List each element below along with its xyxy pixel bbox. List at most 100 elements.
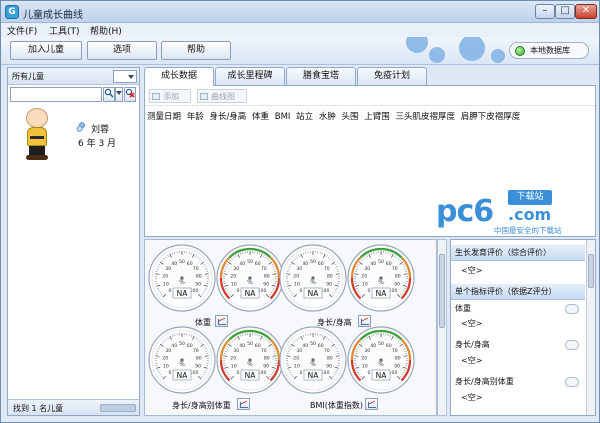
curve-chart-button[interactable]: 曲线图: [197, 89, 247, 103]
title-bar[interactable]: G 儿童成长曲线 – □ ✕: [1, 1, 599, 23]
indicator-weight-for-height-toggle[interactable]: [565, 377, 579, 387]
gauge-tick-label: 60: [386, 343, 392, 349]
tab-growth-data[interactable]: 成长数据: [144, 67, 214, 86]
child-name: 刘蓉: [91, 125, 110, 135]
add-record-button[interactable]: 添加: [149, 89, 191, 103]
gauge-tick-label: 40: [171, 261, 177, 267]
tab-immunization[interactable]: 免疫计划: [357, 67, 427, 85]
maximize-button[interactable]: □: [555, 4, 575, 19]
close-button[interactable]: ✕: [575, 4, 597, 19]
single-indicator-header[interactable]: 单个指标评价（依据Z评分）: [451, 284, 585, 300]
gauge-value: NA: [245, 371, 257, 380]
gauge-unit: %: [179, 279, 185, 286]
watermark-domain: .com: [508, 205, 552, 224]
status-indicator-icon: [515, 46, 525, 56]
scrollbar-thumb[interactable]: [439, 254, 445, 328]
watermark-badge: 下载站: [508, 190, 552, 205]
gauge-tick-label: 30: [165, 348, 171, 354]
bmi-chart-icon[interactable]: [365, 398, 378, 410]
column-header[interactable]: 站立: [296, 112, 313, 122]
app-icon: G: [5, 5, 19, 19]
options-button[interactable]: 选项: [87, 41, 157, 60]
column-header[interactable]: 头围: [342, 112, 359, 122]
growth-evaluation-value: <空>: [461, 266, 483, 275]
gauge-tick-label: 0: [237, 288, 240, 294]
gauge-tick-label: 10: [294, 363, 300, 369]
gauge-tick-label: 10: [362, 363, 368, 369]
child-age: 6 年 3 月: [78, 139, 117, 149]
scrollbar-thumb[interactable]: [588, 254, 594, 288]
filter-dropdown[interactable]: [113, 70, 137, 83]
gauge-tick-label: 10: [163, 363, 169, 369]
chart-icon: [200, 93, 208, 100]
gauge-tick-label: 50: [378, 341, 384, 347]
gauge-tick-label: 20: [361, 273, 367, 279]
column-header[interactable]: BMI: [275, 112, 291, 122]
gauge-tick-label: 70: [324, 348, 330, 354]
gauge-tick-label: 60: [255, 261, 261, 267]
table-header: 测量日期 年龄 身长/身高 体重 BMI 站立 水肿 头围 上臂围 三头肌皮褶厚…: [147, 110, 523, 124]
horizontal-scrollbar[interactable]: [100, 404, 136, 412]
column-header[interactable]: 测量日期: [147, 112, 181, 122]
gauge-tick-label: 0: [237, 370, 240, 376]
growth-data-panel: 添加 曲线图 测量日期 年龄 身长/身高 体重 BMI 站立 水肿 头围 上臂围…: [144, 85, 596, 237]
gauge-tick-label: 80: [264, 273, 270, 279]
menu-tools[interactable]: 工具(T): [49, 24, 80, 37]
column-header[interactable]: 三头肌皮褶厚度: [395, 112, 455, 122]
child-search-input[interactable]: [10, 87, 102, 102]
search-icon[interactable]: [103, 87, 115, 102]
gauge-value: NA: [177, 289, 189, 298]
gauge-scrollbar[interactable]: [437, 239, 447, 416]
children-panel-title: 所有儿童: [12, 72, 44, 81]
gauge-tick-label: 40: [370, 261, 376, 267]
gauge-hub: [180, 358, 184, 362]
gauge-hub: [379, 276, 383, 280]
gauge-unit: %: [310, 279, 316, 286]
gauge-tick-label: 50: [179, 259, 185, 265]
clear-filter-icon[interactable]: [124, 87, 136, 102]
gauge-tick-label: 90: [263, 363, 269, 369]
gauge-tick-label: 90: [326, 363, 332, 369]
gauge-tick-label: 40: [302, 343, 308, 349]
indicator-height-toggle[interactable]: [565, 340, 579, 350]
help-button[interactable]: 帮助: [161, 41, 231, 60]
window-title: 儿童成长曲线: [23, 10, 83, 21]
gauge-tick-label: 90: [195, 281, 201, 287]
column-header[interactable]: 肩胛下皮褶厚度: [461, 112, 521, 122]
indicator-weight-toggle[interactable]: [565, 304, 579, 314]
weight-for-height-chart-icon[interactable]: [237, 398, 250, 410]
height-chart-icon[interactable]: [358, 315, 371, 327]
evaluation-scrollbar[interactable]: [586, 240, 595, 415]
search-options-dropdown[interactable]: [115, 87, 123, 102]
column-header[interactable]: 身长/身高: [209, 112, 246, 122]
minimize-button[interactable]: –: [535, 4, 555, 19]
column-header[interactable]: 上臂围: [364, 112, 390, 122]
growth-evaluation-header[interactable]: 生长发育评价（综合评价）: [451, 245, 585, 261]
evaluation-panel: 生长发育评价（综合评价） <空> 单个指标评价（依据Z评分） 体重 <空> 身长…: [450, 239, 596, 416]
gauge-tick-label: 10: [362, 281, 368, 287]
gauge-hub: [248, 276, 252, 280]
child-list-item[interactable]: 刘蓉 6 年 3 月: [18, 108, 133, 164]
gauge-tick-label: 70: [392, 348, 398, 354]
gauge-tick-label: 80: [395, 355, 401, 361]
tab-milestones[interactable]: 成长里程碑: [215, 67, 285, 85]
add-child-button[interactable]: 加入儿童: [10, 41, 82, 60]
gauge-tick-label: 60: [255, 343, 261, 349]
gauge-value: NA: [245, 289, 257, 298]
menu-help[interactable]: 帮助(H): [90, 24, 122, 37]
weight-chart-icon[interactable]: [215, 315, 228, 327]
menu-file[interactable]: 文件(F): [7, 24, 37, 37]
gauge-tick-label: 10: [231, 281, 237, 287]
gauge-tick-label: 40: [239, 261, 245, 267]
flower-decoration: [491, 49, 505, 63]
toolbar: 加入儿童 选项 帮助 本地数据库: [1, 37, 599, 65]
column-header[interactable]: 水肿: [319, 112, 336, 122]
column-header[interactable]: 体重: [252, 112, 269, 122]
gauge-value: NA: [308, 289, 320, 298]
column-header[interactable]: 年龄: [187, 112, 204, 122]
gauge-tick-label: 30: [364, 266, 370, 272]
gauge-hub: [180, 276, 184, 280]
tab-diet-pyramid[interactable]: 膳食宝塔: [286, 67, 356, 85]
gauge-tick-label: 0: [300, 370, 303, 376]
database-status[interactable]: 本地数据库: [509, 42, 589, 59]
